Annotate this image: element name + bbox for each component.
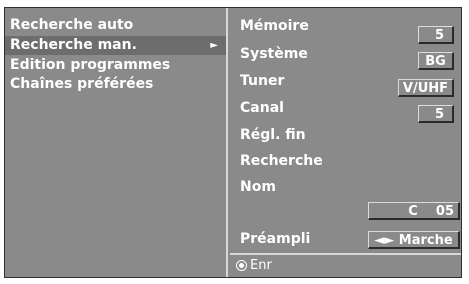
menu-item-label: Chaînes préférées — [10, 76, 154, 92]
memoire-label: Mémoire — [240, 18, 309, 34]
settings-panel: Mémoire 5 Système BG Tuner V/UHF Canal 5… — [230, 8, 461, 277]
systeme-label: Système — [240, 46, 308, 62]
tv-osd-panel: Recherche auto Recherche man. ► Edition … — [4, 7, 462, 278]
tuner-label: Tuner — [240, 73, 285, 89]
arrow-right-icon: ► — [210, 40, 218, 51]
recherche-label[interactable]: Recherche — [240, 152, 323, 170]
menu-item-edition-programmes[interactable]: Edition programmes — [5, 56, 226, 75]
canal-value[interactable]: 5 — [418, 105, 454, 123]
save-label[interactable]: Enr — [250, 257, 272, 275]
menu-item-recherche-man[interactable]: Recherche man. ► — [5, 36, 226, 55]
tuner-value[interactable]: V/UHF — [398, 79, 454, 97]
systeme-value[interactable]: BG — [418, 52, 454, 70]
menu-item-label: Recherche auto — [10, 17, 134, 33]
preampli-value[interactable]: ◄► Marche — [368, 231, 460, 249]
record-icon — [236, 260, 247, 271]
regl-fin-label[interactable]: Régl. fin — [240, 126, 306, 144]
nom-label: Nom — [240, 179, 276, 195]
menu-item-label: Edition programmes — [10, 57, 171, 73]
memoire-value[interactable]: 5 — [418, 26, 454, 44]
menu-item-chaines-preferees[interactable]: Chaînes préférées — [5, 75, 226, 94]
menu-item-label: Recherche man. — [10, 37, 137, 53]
preampli-label: Préampli — [240, 231, 311, 247]
footer-bar: Enr — [230, 253, 461, 277]
canal-label: Canal — [240, 100, 284, 116]
program-menu: Recherche auto Recherche man. ► Edition … — [5, 8, 228, 277]
menu-item-recherche-auto[interactable]: Recherche auto — [5, 16, 226, 35]
nom-value[interactable]: C 05 — [368, 202, 460, 220]
